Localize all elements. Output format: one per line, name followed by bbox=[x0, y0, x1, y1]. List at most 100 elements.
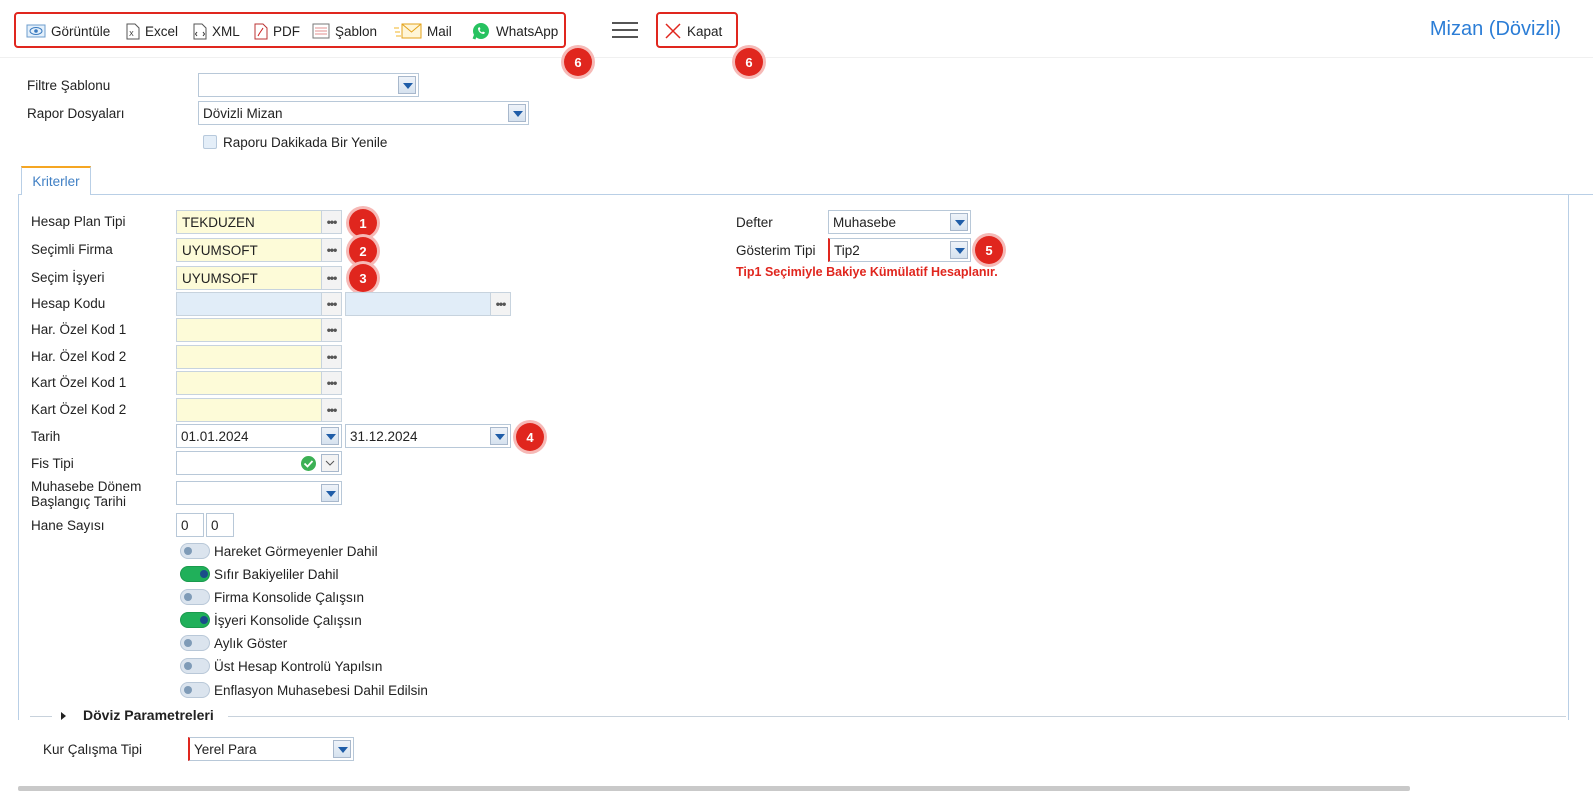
tab-criteria[interactable]: Kriterler bbox=[21, 166, 91, 195]
firm-field[interactable]: UYUMSOFT ••• bbox=[176, 238, 342, 262]
voucher-type-select[interactable] bbox=[176, 451, 342, 475]
toggle-row[interactable]: İşyeri Konsolide Çalışsın bbox=[180, 612, 362, 628]
chevron-down-icon[interactable] bbox=[321, 427, 339, 445]
refresh-label: Raporu Dakikada Bir Yenile bbox=[223, 135, 388, 150]
rate-type-label: Kur Çalışma Tipi bbox=[43, 742, 143, 757]
annotation-badge-6a: 6 bbox=[564, 48, 592, 76]
digits-b-value: 0 bbox=[211, 517, 219, 533]
caret-right-icon[interactable] bbox=[60, 711, 68, 721]
chevron-down-icon[interactable] bbox=[398, 76, 416, 94]
workplace-field[interactable]: UYUMSOFT ••• bbox=[176, 266, 342, 290]
chevron-down-icon[interactable] bbox=[321, 484, 339, 502]
display-type-note: Tip1 Seçimiyle Bakiye Kümülatif Hesaplan… bbox=[736, 265, 998, 279]
date-end-picker[interactable]: 31.12.2024 bbox=[345, 424, 511, 448]
whatsapp-button[interactable]: WhatsApp bbox=[471, 20, 558, 42]
mail-label: Mail bbox=[427, 23, 452, 39]
filter-template-select[interactable] bbox=[198, 73, 419, 97]
toggle-switch[interactable] bbox=[180, 635, 210, 651]
pdf-label: PDF bbox=[273, 23, 300, 39]
har-code2-field[interactable]: ••• bbox=[176, 345, 342, 369]
period-start-label-line2: Başlangıç Tarihi bbox=[31, 494, 127, 509]
svg-text:X: X bbox=[129, 30, 134, 38]
lookup-icon[interactable]: ••• bbox=[321, 399, 341, 421]
lookup-icon[interactable]: ••• bbox=[321, 267, 341, 289]
firm-label: Seçimli Firma bbox=[31, 242, 113, 257]
card-code2-field[interactable]: ••• bbox=[176, 398, 342, 422]
template-label: Şablon bbox=[335, 23, 378, 39]
menu-hamburger-icon[interactable] bbox=[612, 22, 638, 40]
toggle-row[interactable]: Üst Hesap Kontrolü Yapılsın bbox=[180, 658, 382, 674]
chevron-down-icon[interactable] bbox=[950, 213, 968, 231]
annotation-badge-2: 2 bbox=[349, 237, 377, 265]
excel-label: Excel bbox=[145, 23, 179, 39]
display-type-label: Gösterim Tipi bbox=[736, 243, 816, 258]
currency-section-title[interactable]: Döviz Parametreleri bbox=[83, 707, 214, 723]
card-code1-field[interactable]: ••• bbox=[176, 371, 342, 395]
workplace-label: Seçim İşyeri bbox=[31, 270, 105, 285]
lookup-icon[interactable]: ••• bbox=[321, 372, 341, 394]
toggle-switch[interactable] bbox=[180, 682, 210, 698]
period-start-label: Muhasebe Dönem Başlangıç Tarihi bbox=[31, 479, 141, 509]
rate-type-select[interactable]: Yerel Para bbox=[188, 737, 354, 761]
har-code1-field[interactable]: ••• bbox=[176, 318, 342, 342]
template-button[interactable]: Şablon bbox=[312, 20, 377, 42]
chevron-down-icon[interactable] bbox=[508, 104, 526, 122]
chevron-down-icon[interactable] bbox=[950, 241, 968, 259]
view-button[interactable]: Görüntüle bbox=[26, 20, 110, 42]
mail-icon bbox=[394, 23, 422, 39]
chevron-down-icon[interactable] bbox=[490, 427, 508, 445]
toggle-switch[interactable] bbox=[180, 543, 210, 559]
date-start-picker[interactable]: 01.01.2024 bbox=[176, 424, 342, 448]
ledger-select[interactable]: Muhasebe bbox=[828, 210, 971, 234]
period-start-picker[interactable] bbox=[176, 481, 342, 505]
pdf-button[interactable]: PDF bbox=[254, 20, 300, 42]
digits-input-a[interactable]: 0 bbox=[176, 513, 204, 537]
toggle-row[interactable]: Aylık Göster bbox=[180, 635, 287, 651]
close-button[interactable]: Kapat bbox=[656, 12, 738, 48]
toggle-row[interactable]: Firma Konsolide Çalışsın bbox=[180, 589, 364, 605]
display-type-select[interactable]: Tip2 bbox=[828, 238, 971, 262]
filter-template-label: Filtre Şablonu bbox=[27, 78, 111, 93]
xml-file-icon bbox=[193, 23, 207, 39]
pdf-file-icon bbox=[254, 23, 268, 39]
excel-button[interactable]: X Excel bbox=[126, 20, 178, 42]
toggle-label: İşyeri Konsolide Çalışsın bbox=[214, 612, 362, 628]
toggle-label: Enflasyon Muhasebesi Dahil Edilsin bbox=[214, 682, 428, 698]
lookup-icon[interactable]: ••• bbox=[321, 346, 341, 368]
digits-input-b[interactable]: 0 bbox=[206, 513, 234, 537]
horizontal-scrollbar[interactable] bbox=[18, 786, 1410, 791]
refresh-checkbox[interactable] bbox=[203, 135, 217, 149]
plan-type-field[interactable]: TEKDUZEN ••• bbox=[176, 210, 342, 234]
toggle-switch[interactable] bbox=[180, 612, 210, 628]
ledger-label: Defter bbox=[736, 215, 773, 230]
date-label: Tarih bbox=[31, 429, 61, 444]
view-label: Görüntüle bbox=[51, 23, 111, 39]
lookup-icon[interactable]: ••• bbox=[321, 319, 341, 341]
har-code1-label: Har. Özel Kod 1 bbox=[31, 322, 127, 337]
toggle-row[interactable]: Hareket Görmeyenler Dahil bbox=[180, 543, 378, 559]
annotation-badge-3: 3 bbox=[349, 264, 377, 292]
whatsapp-label: WhatsApp bbox=[496, 23, 559, 39]
report-files-value: Dövizli Mizan bbox=[203, 105, 283, 121]
account-code-end-field[interactable]: ••• bbox=[345, 292, 511, 316]
toggle-switch[interactable] bbox=[180, 658, 210, 674]
lookup-icon[interactable]: ••• bbox=[321, 293, 341, 315]
account-code-start-field[interactable]: ••• bbox=[176, 292, 342, 316]
lookup-icon[interactable]: ••• bbox=[490, 293, 510, 315]
date-start-value: 01.01.2024 bbox=[181, 428, 249, 444]
chevron-down-icon[interactable] bbox=[321, 454, 339, 472]
report-files-select[interactable]: Dövizli Mizan bbox=[198, 101, 529, 125]
toggle-row[interactable]: Sıfır Bakiyeliler Dahil bbox=[180, 566, 339, 582]
display-type-value: Tip2 bbox=[834, 242, 860, 258]
toggle-switch[interactable] bbox=[180, 566, 210, 582]
mail-button[interactable]: Mail bbox=[394, 20, 452, 42]
lookup-icon[interactable]: ••• bbox=[321, 211, 341, 233]
chevron-down-icon[interactable] bbox=[333, 740, 351, 758]
export-toolbar-group: Görüntüle X Excel XML PDF Şablon Mail Wh… bbox=[14, 12, 566, 48]
plan-type-value: TEKDUZEN bbox=[182, 214, 255, 230]
excel-file-icon: X bbox=[126, 23, 140, 39]
lookup-icon[interactable]: ••• bbox=[321, 239, 341, 261]
toggle-row[interactable]: Enflasyon Muhasebesi Dahil Edilsin bbox=[180, 682, 428, 698]
toggle-switch[interactable] bbox=[180, 589, 210, 605]
xml-button[interactable]: XML bbox=[193, 20, 240, 42]
